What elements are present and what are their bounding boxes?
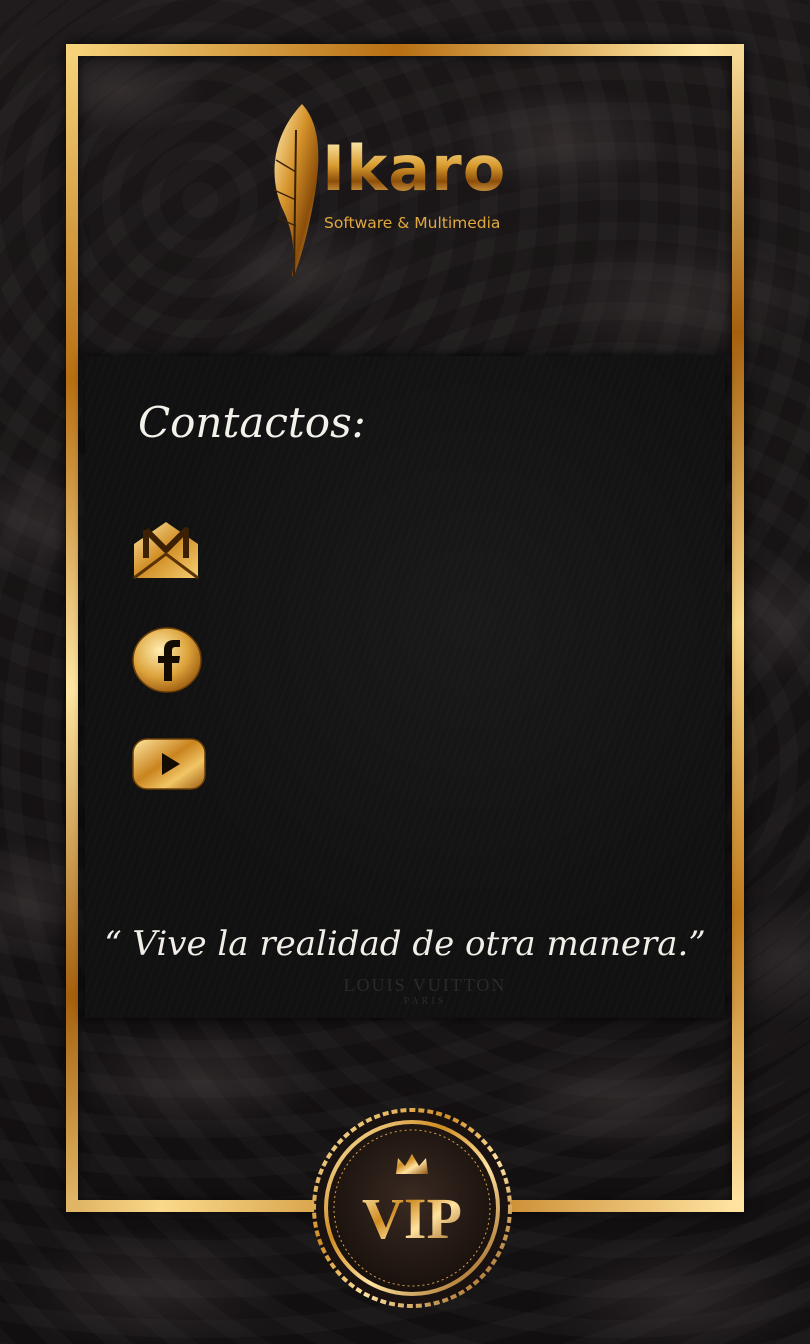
- ikaro-logo: Ikaro Software & Multimedia: [262, 100, 547, 280]
- watermark-line2: PARIS: [403, 995, 447, 1007]
- contacts-title: Contactos:: [138, 398, 366, 447]
- watermark-text: LOUIS VUITTON PARIS: [300, 975, 550, 1007]
- brand-tagline: Software & Multimedia: [324, 214, 501, 232]
- watermark-line1: LOUIS VUITTON: [343, 975, 507, 995]
- brand-name: Ikaro: [322, 132, 507, 205]
- gmail-icon[interactable]: [132, 520, 200, 580]
- vip-badge: VIP: [312, 1108, 512, 1308]
- slogan-quote: “ Vive la realidad de otra manera.”: [104, 924, 706, 964]
- youtube-icon[interactable]: [132, 738, 206, 790]
- vip-label: VIP: [362, 1186, 462, 1251]
- facebook-icon[interactable]: [132, 627, 202, 693]
